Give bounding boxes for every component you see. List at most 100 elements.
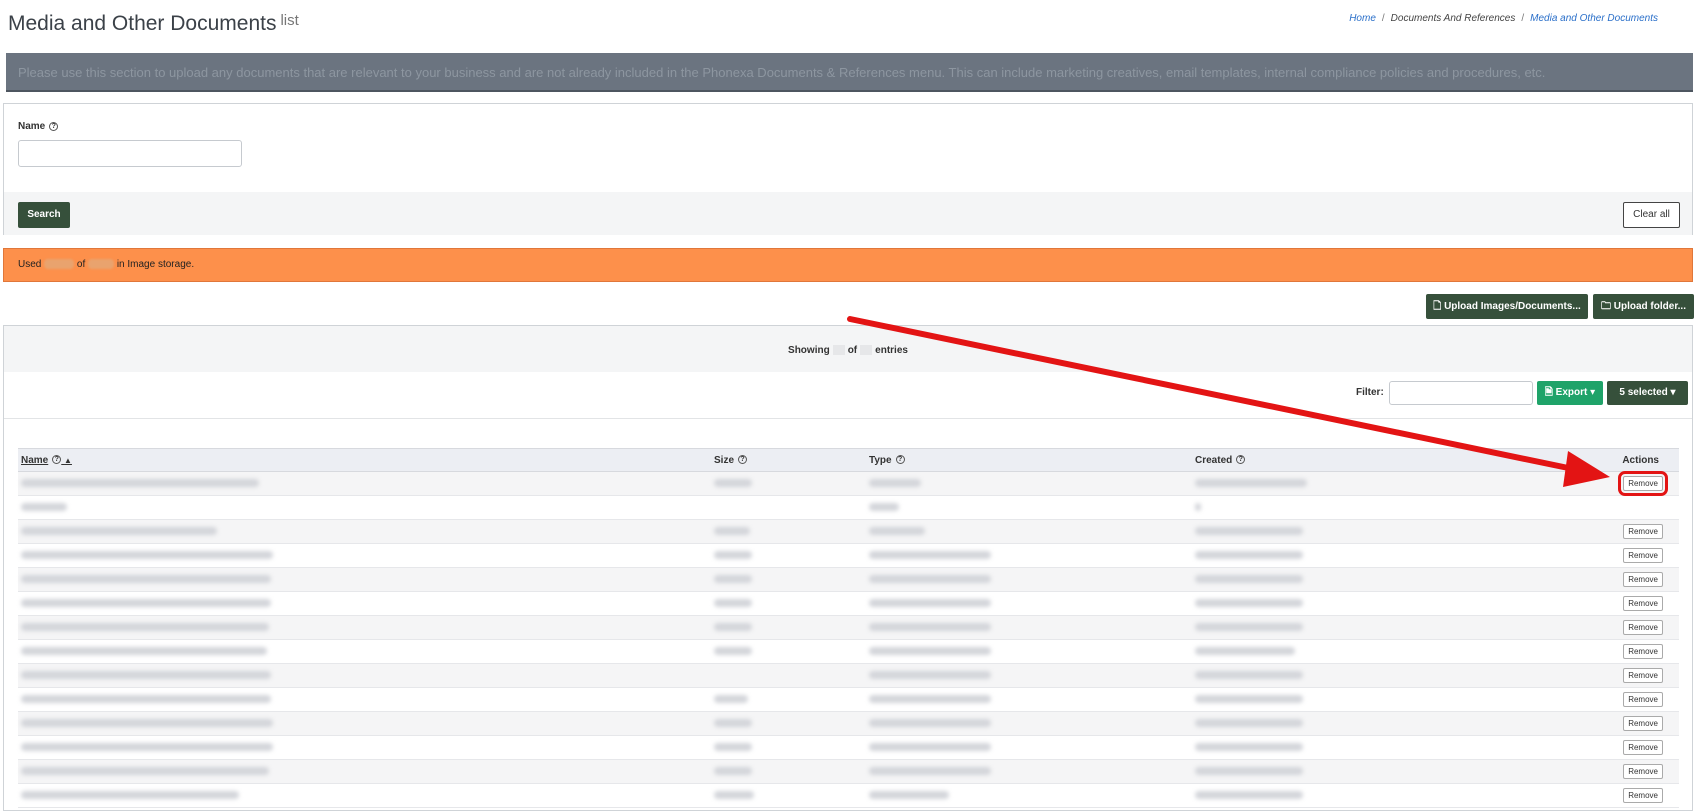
documents-table: Name? ▲ Size? Type? Created? Actions Rem… <box>18 448 1679 808</box>
remove-button[interactable]: Remove <box>1623 668 1663 683</box>
cell-created <box>1192 759 1492 784</box>
cell-actions: Remove <box>1492 519 1679 544</box>
redacted-value <box>21 719 273 728</box>
cell-size <box>711 711 866 736</box>
cell-size <box>711 735 866 760</box>
redacted-value <box>21 623 269 632</box>
cell-type <box>866 711 1192 736</box>
cell-actions: Remove <box>1492 615 1679 640</box>
cell-actions: Remove <box>1492 639 1679 664</box>
remove-button[interactable]: Remove <box>1618 471 1668 496</box>
remove-button[interactable]: Remove <box>1623 788 1663 803</box>
page-header: Media and Other Documents list Home / Docum… <box>0 0 1698 50</box>
cell-type <box>866 543 1192 568</box>
remove-button[interactable]: Remove <box>1623 644 1663 659</box>
column-type[interactable]: Type? <box>866 448 1192 472</box>
redacted-value <box>1195 791 1303 800</box>
redacted-value <box>1195 551 1303 560</box>
cell-size <box>711 591 866 616</box>
redacted-value <box>21 647 267 656</box>
cell-created <box>1192 735 1492 760</box>
cell-name <box>18 615 711 640</box>
help-icon: ? <box>52 455 62 465</box>
redacted-value <box>1195 503 1201 512</box>
folder-icon: 🗀 <box>1600 301 1611 312</box>
redacted-value <box>869 599 991 608</box>
selected-columns-button[interactable]: 5 selected ▾ <box>1607 381 1688 405</box>
filter-input[interactable] <box>1389 381 1533 405</box>
remove-button[interactable]: Remove <box>1623 764 1663 779</box>
redacted-value <box>1195 527 1303 536</box>
cell-actions: Remove <box>1492 663 1679 688</box>
redacted-value <box>714 623 752 632</box>
cell-name <box>18 711 711 736</box>
cell-size <box>711 615 866 640</box>
clear-all-button[interactable]: Clear all <box>1623 202 1680 228</box>
breadcrumb-home[interactable]: Home <box>1349 13 1376 24</box>
column-size[interactable]: Size? <box>711 448 866 472</box>
cell-name <box>18 759 711 784</box>
redacted-value <box>714 767 752 776</box>
redacted-value <box>869 791 949 800</box>
redacted-value <box>714 695 748 704</box>
cell-type <box>866 639 1192 664</box>
breadcrumb-current: Media and Other Documents <box>1530 13 1658 24</box>
table-row: Remove <box>18 519 1679 544</box>
storage-alert: Used of in Image storage. <box>3 248 1693 282</box>
column-name[interactable]: Name? ▲ <box>18 448 711 472</box>
entries-count: Showing of entries <box>788 345 908 356</box>
redacted-value <box>869 575 991 584</box>
upload-folder-button[interactable]: 🗀 Upload folder... <box>1593 294 1694 319</box>
cell-actions: Remove <box>1492 711 1679 736</box>
redacted-value <box>869 527 925 536</box>
search-card: Name? Search Clear all <box>3 103 1693 235</box>
export-button[interactable]: 🗎 Export ▾ <box>1537 381 1603 405</box>
redacted-value <box>1195 743 1303 752</box>
redacted-total <box>88 259 115 270</box>
cell-name <box>18 567 711 592</box>
cell-created <box>1192 591 1492 616</box>
remove-button[interactable]: Remove <box>1623 620 1663 635</box>
column-created[interactable]: Created? <box>1192 448 1492 472</box>
cell-created <box>1192 783 1492 808</box>
search-button[interactable]: Search <box>18 202 70 228</box>
upload-images-button[interactable]: 🗋 Upload Images/Documents... <box>1426 294 1588 319</box>
cell-actions: Remove <box>1492 543 1679 568</box>
redacted-value <box>21 551 273 560</box>
redacted-value <box>714 479 752 488</box>
redacted-value <box>714 575 752 584</box>
redacted-value <box>1195 575 1303 584</box>
remove-button[interactable]: Remove <box>1623 692 1663 707</box>
remove-button[interactable]: Remove <box>1623 524 1663 539</box>
redacted-value <box>869 695 991 704</box>
cell-type <box>866 591 1192 616</box>
remove-button[interactable]: Remove <box>1623 548 1663 563</box>
remove-button[interactable]: Remove <box>1623 572 1663 587</box>
redacted-value <box>21 575 271 584</box>
table-row: Remove <box>18 711 1679 736</box>
redacted-value <box>869 767 991 776</box>
breadcrumb-documents[interactable]: Documents And References <box>1391 13 1516 24</box>
remove-button[interactable]: Remove <box>1623 740 1663 755</box>
cell-type <box>866 495 1192 520</box>
table-row: Remove <box>18 615 1679 640</box>
name-search-input[interactable] <box>18 140 242 167</box>
redacted-value <box>869 551 991 560</box>
page: Media and Other Documents list Home / Docum… <box>0 0 1698 811</box>
help-icon: ? <box>49 121 59 131</box>
table-row: Remove <box>18 591 1679 616</box>
redacted-value <box>1195 719 1303 728</box>
cell-name <box>18 543 711 568</box>
redacted-value <box>714 551 752 560</box>
redacted-value <box>714 647 752 656</box>
remove-button[interactable]: Remove <box>1623 716 1663 731</box>
cell-created <box>1192 519 1492 544</box>
filter-label: Filter: <box>1356 387 1384 398</box>
page-subtitle: list <box>280 12 299 29</box>
cell-name <box>18 639 711 664</box>
cell-name <box>18 519 711 544</box>
remove-button[interactable]: Remove <box>1623 596 1663 611</box>
cell-actions: Remove <box>1492 591 1679 616</box>
cell-created <box>1192 543 1492 568</box>
cell-created <box>1192 615 1492 640</box>
